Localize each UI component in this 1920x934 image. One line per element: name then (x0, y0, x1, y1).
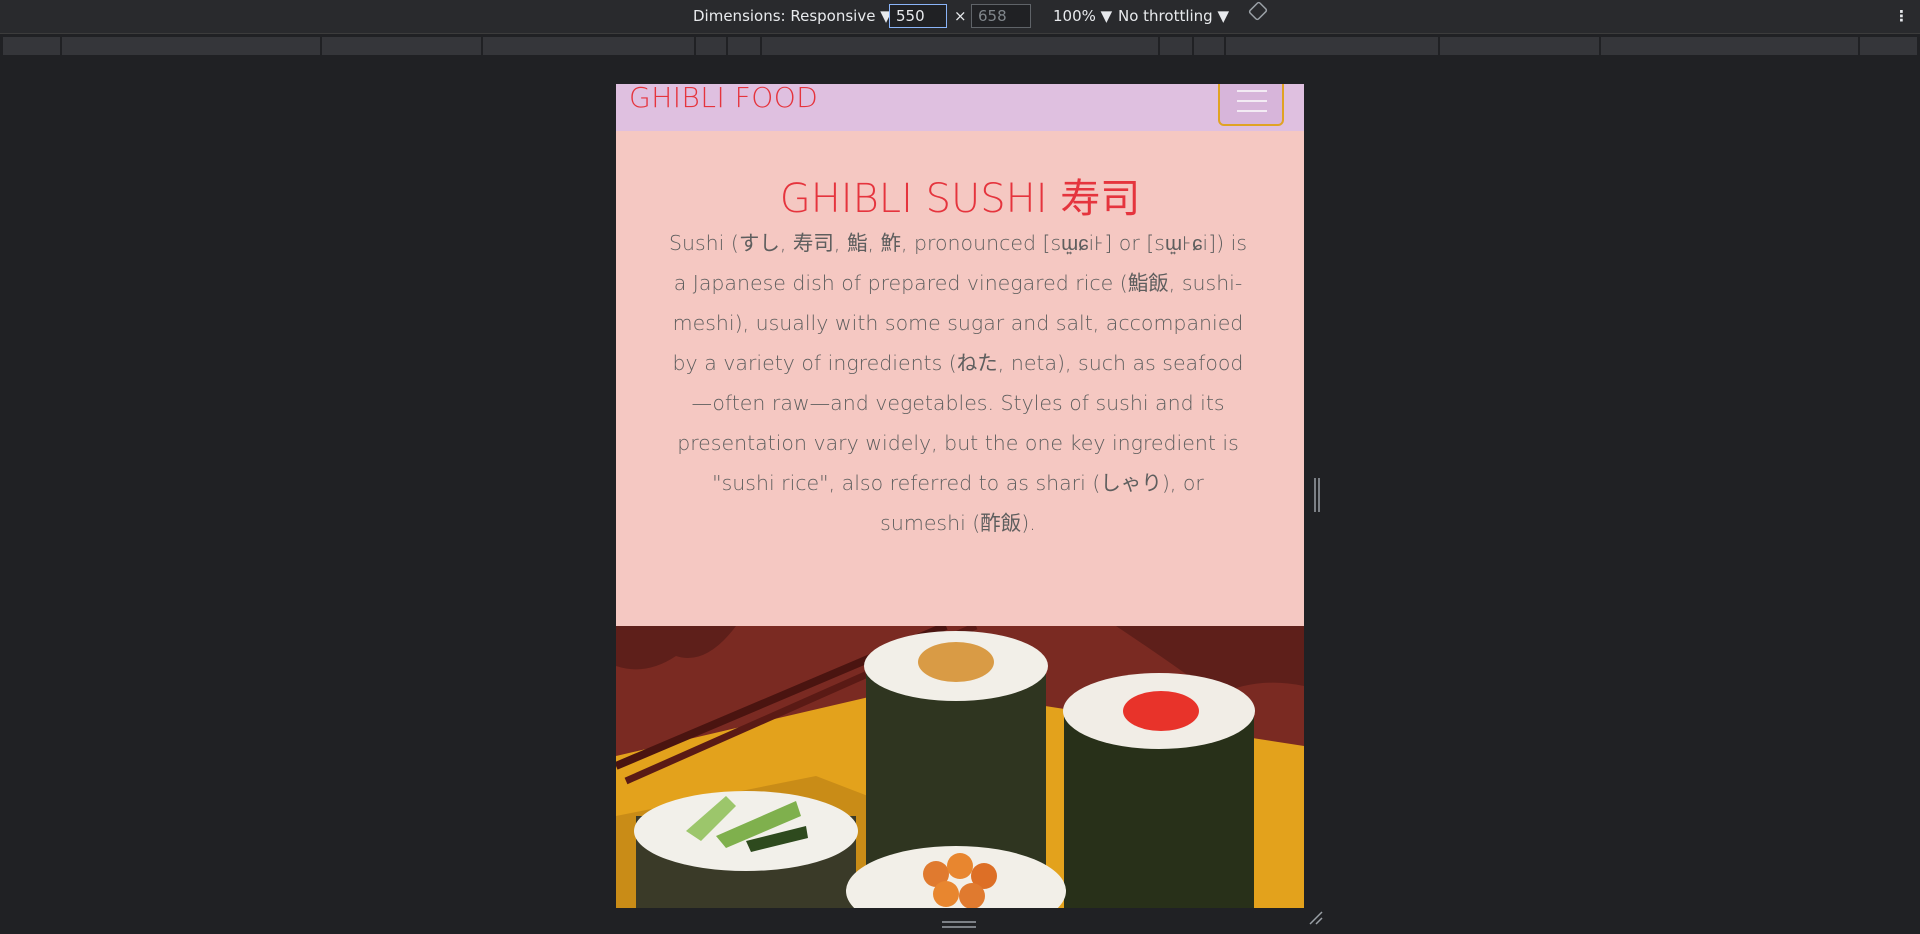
zoom-dropdown[interactable]: 100% ▼ (1053, 0, 1112, 33)
resize-handle-bottom[interactable] (942, 915, 976, 928)
hero-paragraph: Sushi (すし, 寿司, 鮨, 鮓, pronounced [sɯ͍ɕi꜔]… (669, 231, 1247, 535)
navbar: GHIBLI FOOD (616, 84, 1304, 131)
media-query-segment[interactable] (1225, 36, 1439, 56)
sushi-illustration (616, 626, 1304, 908)
dimensions-dropdown[interactable]: Dimensions: Responsive ▼ (693, 0, 892, 33)
media-query-segment[interactable] (1859, 36, 1918, 56)
hero-section: GHIBLI SUSHI 寿司 Sushi (すし, 寿司, 鮨, 鮓, pro… (616, 131, 1304, 626)
device-frame: GHIBLI FOOD GHIBLI SUSHI 寿司 Sushi (すし, 寿… (616, 84, 1304, 908)
rotate-icon[interactable] (1248, 0, 1268, 33)
media-query-segment[interactable] (2, 36, 61, 56)
height-input[interactable]: 658 (971, 4, 1031, 28)
brand-link[interactable]: GHIBLI FOOD (629, 84, 818, 114)
page-scrollbar[interactable] (1313, 478, 1321, 512)
media-query-bar (0, 34, 1920, 58)
media-query-segment[interactable] (1600, 36, 1859, 56)
times-sign: × (954, 7, 967, 25)
device-toolbar: Dimensions: Responsive ▼ 550 × 658 100% … (0, 0, 1920, 34)
hamburger-icon-line (1237, 110, 1267, 112)
hamburger-icon-line (1237, 100, 1267, 102)
navbar-toggler-button[interactable] (1218, 84, 1284, 126)
media-query-segment[interactable] (61, 36, 321, 56)
media-query-segment[interactable] (1159, 36, 1193, 56)
media-query-segment[interactable] (727, 36, 761, 56)
page-viewport: GHIBLI FOOD GHIBLI SUSHI 寿司 Sushi (すし, 寿… (616, 84, 1304, 908)
hamburger-icon (1237, 90, 1267, 92)
width-input[interactable]: 550 (889, 4, 947, 28)
media-query-segment[interactable] (1193, 36, 1225, 56)
media-query-segment[interactable] (482, 36, 695, 56)
media-query-segment[interactable] (761, 36, 1159, 56)
resize-handle-corner-icon[interactable] (1308, 910, 1323, 925)
page-title: GHIBLI SUSHI 寿司 (779, 176, 1141, 222)
media-query-segment[interactable] (321, 36, 482, 56)
throttling-dropdown[interactable]: No throttling ▼ (1118, 0, 1229, 33)
media-query-segment[interactable] (1439, 36, 1600, 56)
media-query-segment[interactable] (695, 36, 727, 56)
more-options-icon[interactable]: ⋮ (1894, 0, 1909, 33)
